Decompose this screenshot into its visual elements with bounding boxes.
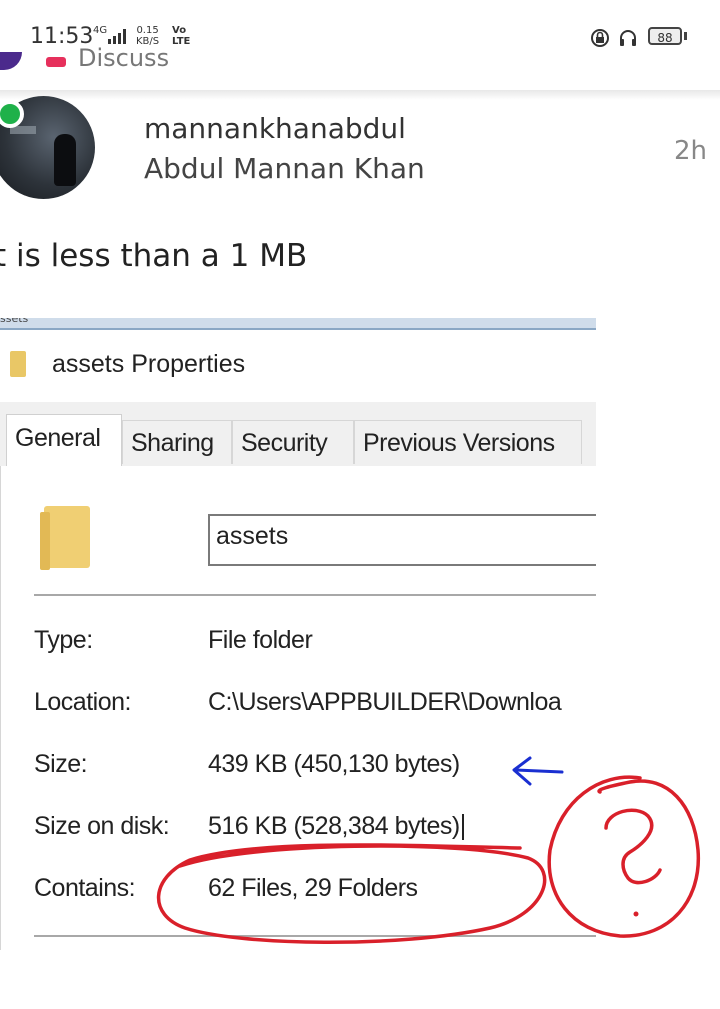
size-label: Size: [34, 750, 88, 778]
size-on-disk-value-row: 516 KB (528,384 bytes) [208, 812, 464, 841]
tab-security[interactable]: Security [232, 420, 354, 464]
lock-rotation-icon [591, 29, 609, 47]
tab-previous-versions[interactable]: Previous Versions [354, 420, 582, 464]
contains-value: 62 Files, 29 Folders [208, 874, 418, 902]
network-type: 4G [93, 25, 108, 36]
attached-screenshot[interactable]: ssets assets Properties General Sharing … [0, 318, 596, 950]
window-edge-text: ssets [0, 318, 29, 325]
headphones-icon [620, 30, 636, 46]
speed-value: 0.15 [136, 25, 159, 36]
post-username[interactable]: mannankhanabdul [144, 112, 406, 145]
location-label: Location: [34, 688, 131, 716]
tab-strip: General Sharing Security Previous Versio… [0, 402, 596, 466]
location-value: C:\Users\APPBUILDER\Downloa [208, 688, 562, 716]
size-on-disk-label: Size on disk: [34, 812, 170, 840]
post-time: 2h [674, 136, 708, 166]
folder-large-icon [40, 506, 90, 570]
discuss-icon [46, 57, 66, 67]
screenshot-window-edge: ssets [0, 318, 596, 330]
volte-top: Vo [172, 25, 187, 36]
question-mark-icon [604, 808, 662, 885]
type-value: File folder [208, 626, 313, 654]
battery-icon: 88 [648, 27, 682, 45]
separator-bottom [34, 935, 596, 937]
volte-indicator: Vo LTE [172, 25, 190, 47]
type-label: Type: [34, 626, 93, 654]
tab-sharing[interactable]: Sharing [122, 420, 232, 464]
folder-icon [10, 351, 26, 377]
post-display-name: Abdul Mannan Khan [144, 152, 425, 185]
question-mark-dot [633, 911, 639, 917]
text-caret [461, 814, 464, 841]
contains-label: Contains: [34, 874, 136, 902]
post-text: t is less than a 1 MB [0, 238, 308, 274]
size-on-disk-value: 516 KB (528,384 bytes) [208, 812, 460, 840]
discuss-label: Discuss [78, 44, 170, 72]
signal-icon [108, 28, 130, 44]
header-shadow [0, 90, 720, 100]
battery-tip [684, 32, 687, 40]
size-value: 439 KB (450,130 bytes) [208, 750, 460, 778]
folder-name-field[interactable]: assets [208, 514, 596, 566]
dialog-title: assets Properties [52, 350, 246, 378]
volte-bottom: LTE [172, 36, 191, 47]
tab-general[interactable]: General [6, 414, 122, 466]
separator [34, 594, 596, 596]
